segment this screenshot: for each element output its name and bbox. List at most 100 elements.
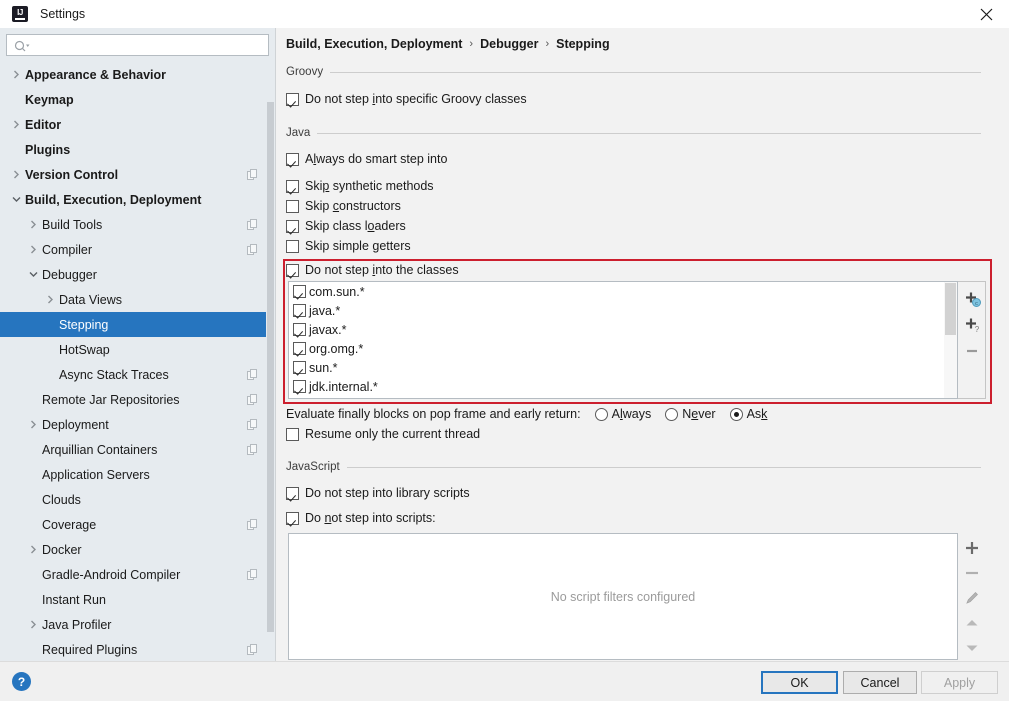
class-filter-row[interactable]: com.sun.* xyxy=(289,282,957,301)
copy-settings-icon[interactable] xyxy=(247,169,258,180)
sidebar-scrollbar-thumb[interactable] xyxy=(267,102,274,632)
checkbox-skip-constructors[interactable]: Skip constructors xyxy=(286,199,401,213)
class-filter-label: java.* xyxy=(309,304,340,318)
copy-settings-icon[interactable] xyxy=(247,644,258,655)
copy-settings-icon[interactable] xyxy=(247,369,258,380)
sidebar-item-compiler[interactable]: Compiler xyxy=(0,237,266,262)
script-filters-panel[interactable]: No script filters configured xyxy=(288,533,958,660)
close-icon[interactable] xyxy=(963,0,1009,28)
sidebar-item-remote-jar-repositories[interactable]: Remote Jar Repositories xyxy=(0,387,266,412)
copy-settings-icon[interactable] xyxy=(247,244,258,255)
class-filter-row[interactable]: javax.* xyxy=(289,320,957,339)
checkbox-do-not-step-groovy[interactable]: Do not step into specific Groovy classes xyxy=(286,92,527,106)
move-up-icon[interactable] xyxy=(959,610,985,635)
checkbox-box[interactable] xyxy=(293,361,306,374)
checkbox-box[interactable] xyxy=(293,304,306,317)
sidebar-item-version-control[interactable]: Version Control xyxy=(0,162,266,187)
checkbox-label: Do not step into scripts: xyxy=(305,511,436,525)
class-filter-row[interactable]: org.omg.* xyxy=(289,339,957,358)
apply-button[interactable]: Apply xyxy=(921,671,998,694)
sidebar-item-java-profiler[interactable]: Java Profiler xyxy=(0,612,266,637)
checkbox-box[interactable] xyxy=(293,342,306,355)
sidebar-item-stepping[interactable]: Stepping xyxy=(0,312,266,337)
sidebar-item-appearance-behavior[interactable]: Appearance & Behavior xyxy=(0,62,266,87)
checkbox-box[interactable] xyxy=(293,323,306,336)
sidebar-item-build-tools[interactable]: Build Tools xyxy=(0,212,266,237)
chevron-right-icon[interactable] xyxy=(10,118,23,131)
class-filter-row[interactable]: java.* xyxy=(289,301,957,320)
radio-finally-always[interactable]: Always xyxy=(595,407,652,421)
cancel-button[interactable]: Cancel xyxy=(843,671,917,694)
sidebar-item-required-plugins[interactable]: Required Plugins xyxy=(0,637,266,661)
sidebar-scrollbar-track[interactable] xyxy=(266,62,275,661)
sidebar-item-debugger[interactable]: Debugger xyxy=(0,262,266,287)
chevron-right-icon[interactable] xyxy=(27,418,40,431)
copy-settings-icon[interactable] xyxy=(247,569,258,580)
add-icon[interactable] xyxy=(959,536,985,561)
radio-finally-ask[interactable]: Ask xyxy=(730,407,768,421)
copy-settings-icon[interactable] xyxy=(247,419,258,430)
chevron-right-icon[interactable] xyxy=(27,618,40,631)
chevron-right-icon[interactable] xyxy=(27,243,40,256)
sidebar-item-clouds[interactable]: Clouds xyxy=(0,487,266,512)
checkbox-skip-simple-getters[interactable]: Skip simple getters xyxy=(286,239,411,253)
help-icon[interactable]: ? xyxy=(12,672,31,691)
remove-icon[interactable] xyxy=(959,561,985,586)
content-scrollbar-track[interactable] xyxy=(994,55,1007,661)
chevron-right-icon[interactable] xyxy=(44,293,57,306)
sidebar-item-deployment[interactable]: Deployment xyxy=(0,412,266,437)
checkbox-skip-class-loaders[interactable]: Skip class loaders xyxy=(286,219,406,233)
checkbox-resume-current-thread[interactable]: Resume only the current thread xyxy=(286,427,480,441)
search-input[interactable] xyxy=(35,35,266,55)
copy-settings-icon[interactable] xyxy=(247,394,258,405)
sidebar-item-data-views[interactable]: Data Views xyxy=(0,287,266,312)
sidebar-item-keymap[interactable]: Keymap xyxy=(0,87,266,112)
chevron-right-icon[interactable] xyxy=(10,168,23,181)
remove-icon[interactable] xyxy=(959,338,985,364)
radio-label: Ask xyxy=(747,407,768,421)
class-filter-row-partial[interactable] xyxy=(289,396,957,399)
sidebar-item-build-execution-deployment[interactable]: Build, Execution, Deployment xyxy=(0,187,266,212)
copy-settings-icon[interactable] xyxy=(247,519,258,530)
class-filter-row[interactable]: sun.* xyxy=(289,358,957,377)
chevron-right-icon[interactable] xyxy=(27,543,40,556)
sidebar-item-docker[interactable]: Docker xyxy=(0,537,266,562)
chevron-right-icon[interactable] xyxy=(27,218,40,231)
checkbox-box[interactable] xyxy=(293,285,306,298)
copy-settings-icon[interactable] xyxy=(247,444,258,455)
checkbox-no-scripts[interactable]: Do not step into scripts: xyxy=(286,511,436,525)
sidebar-item-plugins[interactable]: Plugins xyxy=(0,137,266,162)
sidebar-item-application-servers[interactable]: Application Servers xyxy=(0,462,266,487)
radio-finally-never[interactable]: Never xyxy=(665,407,715,421)
class-list-scrollbar-thumb[interactable] xyxy=(945,283,956,335)
sidebar-item-hotswap[interactable]: HotSwap xyxy=(0,337,266,362)
search-box[interactable] xyxy=(6,34,269,56)
chevron-down-icon[interactable] xyxy=(27,268,40,281)
sidebar-item-instant-run[interactable]: Instant Run xyxy=(0,587,266,612)
chevron-down-icon[interactable] xyxy=(10,193,23,206)
step-filter-class-list[interactable]: com.sun.* java.* javax.*org.omg.*sun.*jdk.… xyxy=(288,281,958,399)
ok-button[interactable]: OK xyxy=(761,671,838,694)
sidebar-item-coverage[interactable]: Coverage xyxy=(0,512,266,537)
move-down-icon[interactable] xyxy=(959,635,985,660)
checkbox-skip-synthetic-methods[interactable]: Skip synthetic methods xyxy=(286,179,434,193)
edit-pencil-icon[interactable] xyxy=(959,586,985,611)
checkbox-no-library-scripts[interactable]: Do not step into library scripts xyxy=(286,486,470,500)
checkbox-box xyxy=(286,512,299,525)
sidebar-item-async-stack-traces[interactable]: Async Stack Traces xyxy=(0,362,266,387)
checkbox-always-smart-step-into[interactable]: Always do smart step into xyxy=(286,152,447,166)
tree-spacer xyxy=(27,593,40,606)
checkbox-box[interactable] xyxy=(293,380,306,393)
checkbox-do-not-step-into-classes[interactable]: Do not step into the classes xyxy=(286,263,459,277)
sidebar-item-gradle-android-compiler[interactable]: Gradle-Android Compiler xyxy=(0,562,266,587)
chevron-right-icon[interactable] xyxy=(10,68,23,81)
sidebar-item-editor[interactable]: Editor xyxy=(0,112,266,137)
sidebar-item-arquillian-containers[interactable]: Arquillian Containers xyxy=(0,437,266,462)
sidebar-item-label: Stepping xyxy=(59,318,108,332)
tree-spacer xyxy=(27,443,40,456)
copy-settings-icon[interactable] xyxy=(247,219,258,230)
add-class-icon[interactable]: c xyxy=(959,286,985,312)
script-filters-empty-text: No script filters configured xyxy=(551,590,696,604)
add-pattern-icon[interactable]: ? xyxy=(959,312,985,338)
class-filter-row[interactable]: jdk.internal.* xyxy=(289,377,957,396)
